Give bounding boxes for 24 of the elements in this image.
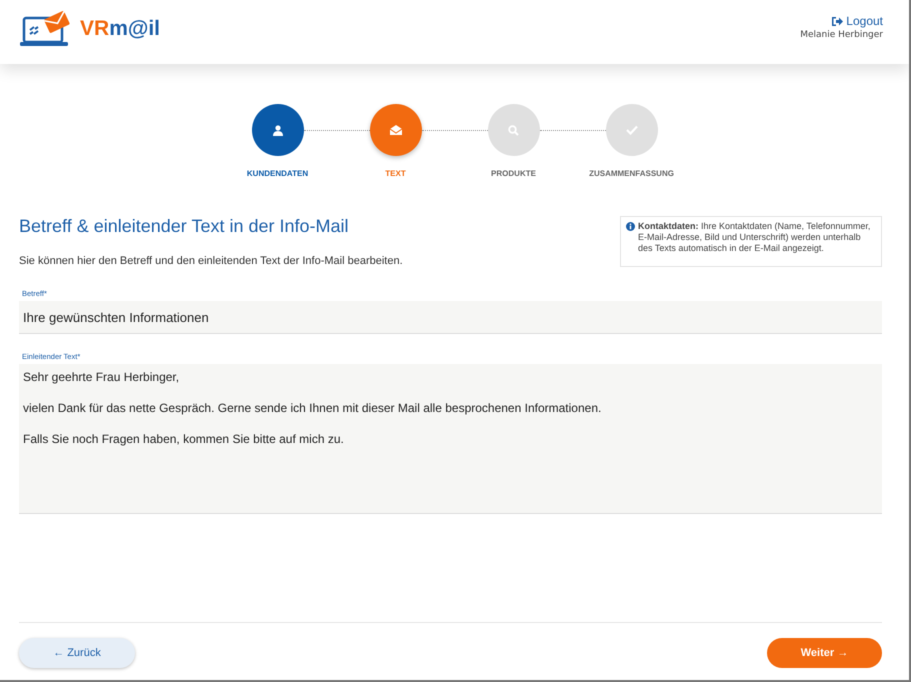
envelope-icon: [390, 125, 402, 135]
logo-wordmark: VRm@il: [80, 17, 160, 41]
user-name: Melanie Herbinger: [800, 30, 883, 40]
text-paragraph: vielen Dank für das nette Gespräch. Gerne sende ich Ihnen mit dieser Mail alle besprochenen Informationen.: [23, 401, 602, 415]
person-icon: [272, 124, 282, 136]
text-paragraph: Falls Sie noch Fragen haben, kommen Sie bitte auf mich zu.: [23, 432, 345, 446]
step-circle[interactable]: [370, 104, 422, 156]
back-button[interactable]: ← Zurück: [19, 638, 135, 668]
subject-field[interactable]: Ihre gewünschten Informationen: [19, 301, 882, 334]
page-description: Sie können hier den Betreff und den einleitenden Text der Info-Mail bearbeiten.: [19, 255, 403, 267]
search-icon: [508, 124, 519, 136]
logout-link[interactable]: Logout: [831, 14, 883, 28]
text-paragraph: Sehr geehrte Frau Herbinger,: [23, 370, 180, 384]
step-circle[interactable]: [252, 104, 304, 156]
check-icon: [626, 125, 638, 135]
info-icon: [626, 222, 635, 231]
step-label: PRODUKTE: [491, 169, 536, 178]
logout-icon: [831, 16, 844, 26]
step-label: TEXT: [385, 169, 406, 178]
intro-text-field[interactable]: Sehr geehrte Frau Herbinger, vielen Dank für das nette Gespräch. Gerne sende ich Ihnen mit dieser Mail alle besprochenen Informationen. Falls Sie noch Fragen haben, kommen Sie bitte auf mich zu.: [19, 364, 882, 514]
step-label: KUNDENDATEN: [246, 169, 308, 178]
step-label: ZUSAMMENFASSUNG: [589, 169, 674, 178]
info-text: Kontaktdaten: Ihre Kontaktdaten (Name, Telefonnummer, E-Mail-Adresse, Bild und Unterschrift) werden unterhalb des Texts automatisch in der E-Mail angezeigt.: [638, 221, 872, 254]
page-title: Betreff & einleitender Text in der Info-Mail: [19, 216, 350, 237]
